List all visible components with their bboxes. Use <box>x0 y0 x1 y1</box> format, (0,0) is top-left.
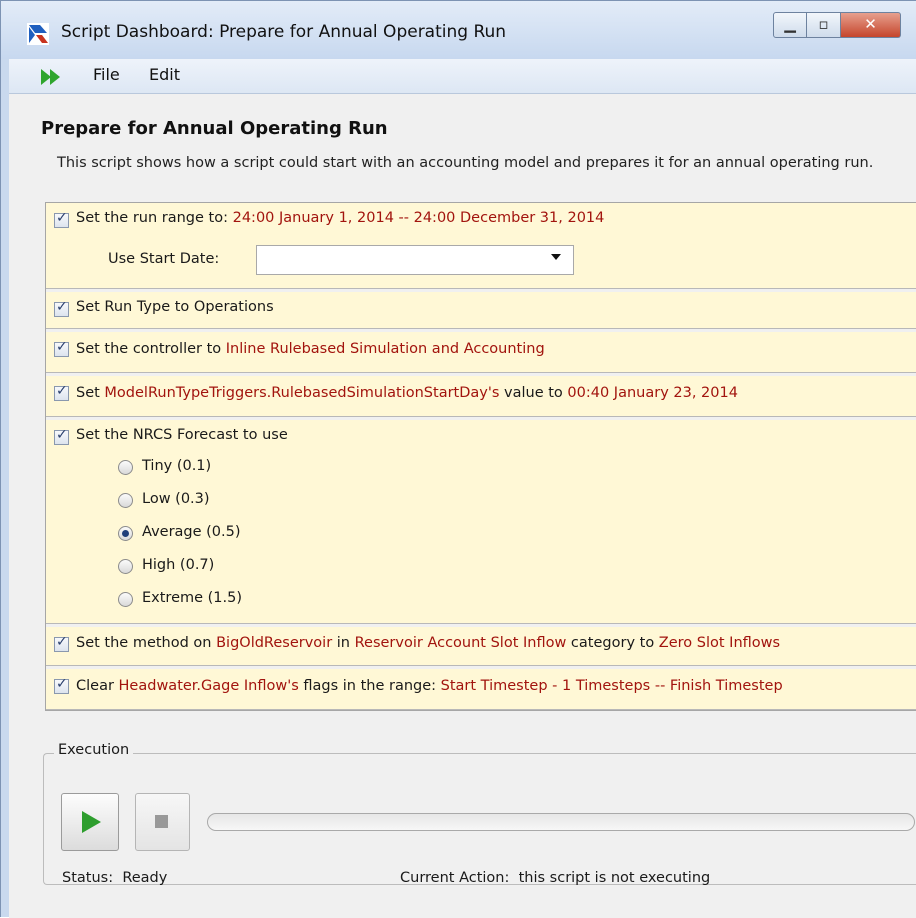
radio-button-selected[interactable] <box>118 526 133 541</box>
step-text: Set the controller to Inline Rulebased S… <box>76 341 545 357</box>
step-value-method: Zero Slot Inflows <box>658 635 781 651</box>
radio-button[interactable] <box>118 559 133 574</box>
maximize-button[interactable]: ▫ <box>807 12 841 38</box>
chevron-down-icon <box>551 254 561 260</box>
maximize-icon: ▫ <box>818 15 829 33</box>
step-checkbox[interactable] <box>54 299 69 317</box>
step-text: Set the NRCS Forecast to use <box>76 427 288 443</box>
step-value-run-range: 24:00 January 1, 2014 -- 24:00 December … <box>232 210 605 226</box>
script-title: Prepare for Annual Operating Run <box>41 118 388 139</box>
step-checkbox[interactable] <box>54 383 69 401</box>
stop-icon <box>155 815 168 828</box>
step-text: Clear Headwater.Gage Inflow's flags in t… <box>76 678 783 694</box>
status-label: Status: <box>62 870 114 886</box>
forecast-option-label: Average (0.5) <box>142 524 241 540</box>
dashboard-content: Prepare for Annual Operating Run This sc… <box>9 94 916 918</box>
step-checkbox[interactable] <box>54 676 69 694</box>
forecast-option-label: Low (0.3) <box>142 491 210 507</box>
riverware-r-icon <box>27 23 49 45</box>
minimize-button[interactable]: ▁ <box>773 12 807 38</box>
radio-button[interactable] <box>118 592 133 607</box>
step-value-object: BigOldReservoir <box>216 635 333 651</box>
step-checkbox[interactable] <box>54 427 69 445</box>
step-clear-flags: Clear Headwater.Gage Inflow's flags in t… <box>46 669 916 710</box>
use-start-date-dropdown[interactable] <box>256 245 574 275</box>
window-title: Script Dashboard: Prepare for Annual Ope… <box>61 22 507 42</box>
step-method: Set the method on BigOldReservoir in Res… <box>46 627 916 666</box>
step-text-part: flags in the range: <box>298 678 441 694</box>
step-text-part: Set the run range to: <box>76 210 233 226</box>
step-value-range: Start Timestep - 1 Timesteps -- Finish T… <box>440 678 783 694</box>
title-bar[interactable]: Script Dashboard: Prepare for Annual Ope… <box>1 1 916 59</box>
step-value-controller: Inline Rulebased Simulation and Accounti… <box>225 341 545 357</box>
status-text: Status: Ready <box>62 870 167 886</box>
radio-button[interactable] <box>118 460 133 475</box>
step-text: Set ModelRunTypeTriggers.RulebasedSimula… <box>76 385 738 401</box>
step-controller: Set the controller to Inline Rulebased S… <box>46 332 916 373</box>
current-action-label: Current Action: <box>400 870 510 886</box>
step-text: Set the run range to: 24:00 January 1, 2… <box>76 210 604 226</box>
execution-progress-bar <box>207 813 915 831</box>
status-value: Ready <box>122 870 168 886</box>
step-text-part: Set the NRCS Forecast to use <box>76 427 288 443</box>
execution-group-label: Execution <box>54 742 134 758</box>
play-icon <box>82 811 101 833</box>
step-text-part: Set the controller to <box>76 341 226 357</box>
step-slot-value: Set ModelRunTypeTriggers.RulebasedSimula… <box>46 376 916 417</box>
step-nrcs-forecast: Set the NRCS Forecast to use Tiny (0.1) … <box>46 420 916 624</box>
close-button[interactable]: ✕ <box>841 12 901 38</box>
current-action-value: this script is not executing <box>518 870 711 886</box>
run-script-button[interactable] <box>61 793 119 851</box>
step-value-slot: Headwater.Gage Inflow's <box>118 678 299 694</box>
current-action-text: Current Action: this script is not execu… <box>400 870 710 886</box>
step-run-type: Set Run Type to Operations <box>46 292 916 329</box>
forecast-option-label: High (0.7) <box>142 557 215 573</box>
step-checkbox[interactable] <box>54 634 69 652</box>
step-text-part: Set <box>76 385 105 401</box>
menu-file[interactable]: File <box>93 65 120 84</box>
step-run-range: Set the run range to: 24:00 January 1, 2… <box>46 203 916 289</box>
execution-group: Execution Status: Ready Current Action: … <box>43 742 916 886</box>
forecast-option-label: Extreme (1.5) <box>142 590 243 606</box>
menu-edit[interactable]: Edit <box>149 65 180 84</box>
run-arrows-icon[interactable] <box>41 69 69 85</box>
step-text: Set Run Type to Operations <box>76 299 274 315</box>
step-text-part: value to <box>499 385 568 401</box>
radio-button[interactable] <box>118 493 133 508</box>
step-text-part: category to <box>566 635 659 651</box>
step-text-part: in <box>332 635 355 651</box>
script-steps-list: Set the run range to: 24:00 January 1, 2… <box>45 202 916 711</box>
step-checkbox[interactable] <box>54 210 69 228</box>
script-description: This script shows how a script could sta… <box>57 155 874 171</box>
menu-bar: File Edit <box>9 59 916 94</box>
step-text: Set the method on BigOldReservoir in Res… <box>76 635 780 651</box>
script-dashboard-window: Script Dashboard: Prepare for Annual Ope… <box>0 0 916 918</box>
step-value-category: Reservoir Account Slot Inflow <box>354 635 567 651</box>
step-value-slot: ModelRunTypeTriggers.RulebasedSimulation… <box>104 385 500 401</box>
step-text-part: Set the method on <box>76 635 217 651</box>
step-text-part: Set Run Type to Operations <box>76 299 274 315</box>
use-start-date-label: Use Start Date: <box>108 251 220 267</box>
forecast-option-label: Tiny (0.1) <box>142 458 212 474</box>
close-icon: ✕ <box>864 15 877 33</box>
step-value-date: 00:40 January 23, 2014 <box>567 385 738 401</box>
step-checkbox[interactable] <box>54 339 69 357</box>
minimize-icon: ▁ <box>784 15 796 33</box>
step-text-part: Clear <box>76 678 119 694</box>
stop-script-button[interactable] <box>135 793 190 851</box>
